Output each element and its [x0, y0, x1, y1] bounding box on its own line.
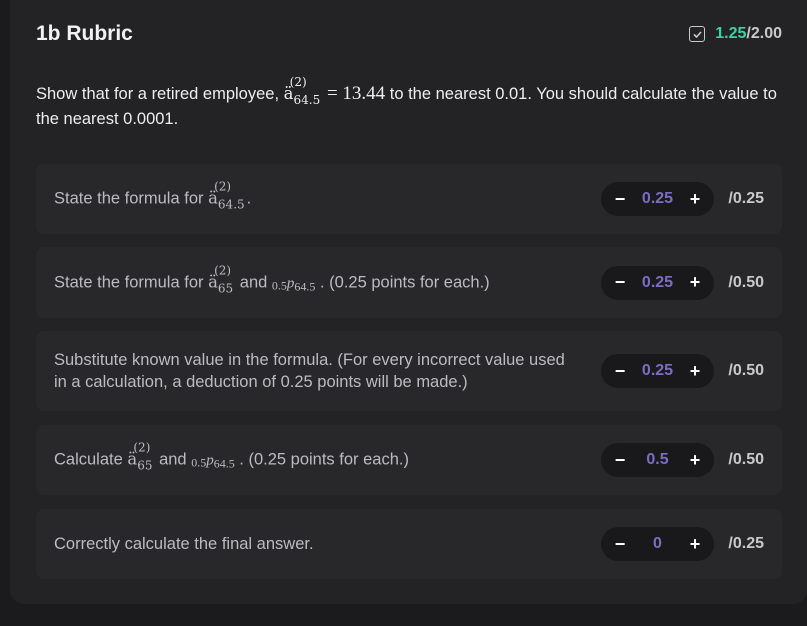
question-text: Show that for a retired employee, ä (2) 64…: [36, 75, 781, 131]
increment-button[interactable]: +: [688, 189, 702, 210]
score-value[interactable]: 0.5: [646, 451, 668, 469]
annuity-symbol: ä (2) 65: [208, 263, 234, 295]
rubric-item: Substitute known value in the formula. (…: [36, 331, 782, 411]
max-score: /0.50: [728, 273, 764, 291]
rubric-item-text: State the formula for ä (2) 64.5.: [54, 180, 569, 212]
symbol-sub: 64.5: [217, 197, 245, 212]
p-sub: 64.5: [294, 279, 316, 293]
increment-button[interactable]: +: [688, 450, 702, 471]
symbol-sup: (2): [289, 75, 307, 89]
score-value[interactable]: 0.25: [642, 362, 673, 380]
checkbox-icon[interactable]: [689, 26, 706, 42]
equation-value: = 13.44: [322, 83, 386, 104]
item-text-mid: and: [154, 450, 192, 469]
decrement-button[interactable]: −: [613, 534, 627, 555]
symbol-sup: (2): [214, 263, 232, 277]
symbol-sub: 64.5: [293, 93, 321, 107]
score-stepper: − 0.25 +: [601, 354, 714, 388]
score-stepper: − 0 +: [601, 527, 714, 561]
symbol-sub: 65: [217, 281, 234, 295]
score-stepper: − 0.25 +: [601, 182, 714, 216]
rubric-item-text: Correctly calculate the final answer.: [54, 535, 314, 553]
decrement-button[interactable]: −: [613, 450, 627, 471]
score-stepper: − 0.5 +: [601, 443, 714, 477]
score-value[interactable]: 0.25: [642, 274, 673, 292]
rubric-item-text: Substitute known value in the formula. (…: [54, 351, 565, 391]
rubric-item: Calculate ä (2) 65 and 0.5p64.5 . (0.25 po…: [36, 425, 782, 495]
rubric-panel: 1b Rubric 1.25 /2.00 Show that for a ret…: [10, 0, 807, 604]
item-text-mid: and: [235, 273, 272, 291]
symbol-sup: (2): [133, 440, 151, 455]
max-score: /0.25: [728, 535, 764, 552]
score-total: /2.00: [746, 25, 782, 42]
item-text-before: State the formula for: [54, 273, 209, 291]
rubric-item-text: State the formula for ä (2) 65 and 0.5p64.…: [54, 263, 569, 295]
decrement-button[interactable]: −: [613, 189, 627, 210]
score-value[interactable]: 0: [653, 535, 662, 553]
decrement-button[interactable]: −: [613, 361, 627, 382]
rubric-item: State the formula for ä (2) 65 and 0.5p64.…: [36, 247, 782, 318]
max-score: /0.25: [728, 190, 764, 207]
p-letter: p: [206, 452, 214, 469]
rubric-item-text: Calculate ä (2) 65 and 0.5p64.5 . (0.25 po…: [54, 441, 569, 473]
item-text-after: . (0.25 points for each.): [315, 273, 490, 291]
score-earned: 1.25: [715, 25, 747, 42]
increment-button[interactable]: +: [688, 361, 702, 382]
item-text-before: Calculate: [54, 450, 128, 469]
p-prefix: 0.5: [271, 278, 287, 292]
symbol-sub: 65: [137, 458, 153, 473]
max-score: /0.50: [728, 362, 764, 379]
survival-prob: 0.5p64.5: [271, 275, 316, 293]
symbol-sup: (2): [214, 179, 232, 194]
annuity-symbol: ä (2) 64.5: [208, 180, 245, 212]
rubric-item: Correctly calculate the final answer. − …: [36, 509, 782, 579]
rubric-score: 1.25 /2.00: [689, 25, 782, 43]
rubric-title: 1b Rubric: [36, 22, 133, 45]
score-value[interactable]: 0.25: [642, 190, 673, 208]
decrement-button[interactable]: −: [613, 272, 627, 293]
item-text-after: . (0.25 points for each.): [234, 450, 409, 469]
p-sub: 64.5: [213, 456, 235, 471]
item-text-after: .: [246, 189, 252, 208]
p-prefix: 0.5: [191, 455, 207, 470]
rubric-item: State the formula for ä (2) 64.5. − 0.25 +…: [36, 164, 782, 234]
increment-button[interactable]: +: [688, 272, 702, 293]
rubric-header: 1b Rubric 1.25 /2.00: [36, 22, 782, 48]
increment-button[interactable]: +: [688, 534, 702, 555]
max-score: /0.50: [728, 451, 764, 468]
item-text-before: State the formula for: [54, 189, 209, 208]
score-stepper: − 0.25 +: [601, 265, 714, 300]
survival-prob: 0.5p64.5: [191, 452, 235, 471]
question-text-before: Show that for a retired employee,: [36, 85, 284, 103]
annuity-symbol: ä (2) 64.5: [284, 75, 321, 107]
annuity-symbol: ä (2) 65: [127, 441, 153, 473]
